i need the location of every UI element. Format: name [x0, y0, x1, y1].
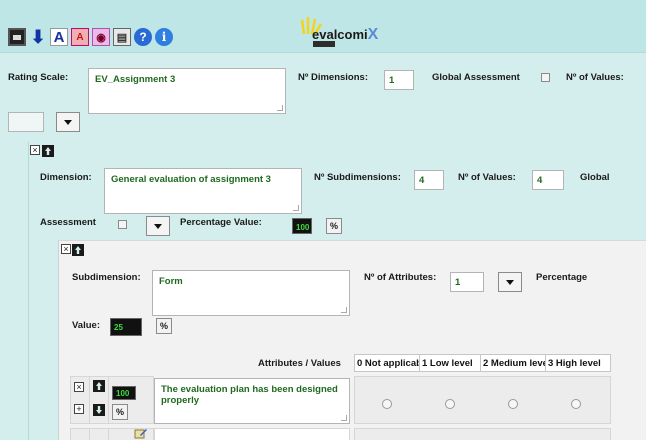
values-count-label: Nº of Values:: [566, 72, 624, 83]
info-icon[interactable]: i: [155, 28, 173, 46]
close-dimension-icon[interactable]: ×: [30, 145, 40, 155]
next-row-cell-d: [154, 428, 350, 440]
dimension-assessment-dropdown[interactable]: [146, 216, 170, 236]
help-icon[interactable]: ?: [134, 28, 152, 46]
document-icon[interactable]: ▤: [113, 28, 131, 46]
attributes-dropdown-button[interactable]: [498, 272, 522, 292]
next-row-cell-e: [354, 428, 611, 440]
subdimension-percentage-button[interactable]: %: [156, 318, 172, 334]
subdimension-value-input[interactable]: 25: [110, 318, 142, 336]
attribute-value-radio-1[interactable]: [445, 399, 455, 409]
dimension-label: Dimension:: [40, 172, 92, 183]
dimension-assessment-checkbox[interactable]: [118, 220, 127, 229]
subdimension-percentage-label: Percentage: [536, 272, 588, 283]
subdimension-value-label: Value:: [72, 320, 100, 331]
eye-icon[interactable]: ◉: [92, 28, 110, 46]
attributes-count-label: Nº of Attributes:: [364, 272, 437, 283]
download-icon[interactable]: ⬇: [29, 28, 47, 46]
attributes-count-input[interactable]: 1: [450, 272, 484, 292]
next-row-cell-b: [89, 428, 109, 440]
move-dimension-icon[interactable]: [42, 145, 54, 157]
next-row-cell-a: [70, 428, 90, 440]
subdimension-label: Subdimension:: [72, 272, 141, 283]
font-large-icon[interactable]: A: [50, 28, 68, 46]
attribute-value-radio-0[interactable]: [382, 399, 392, 409]
toolbar-icons: ⬇ A A ◉ ▤ ? i: [8, 28, 173, 46]
add-attribute-icon[interactable]: +: [74, 404, 84, 414]
move-subdimension-icon[interactable]: [72, 244, 84, 256]
column-header-2: 2 Medium level: [480, 354, 546, 372]
global-assessment-label: Global Assessment: [432, 72, 520, 83]
dimension-percentage-button[interactable]: %: [326, 218, 342, 234]
rating-scale-name-input[interactable]: EV_Assignment 3: [88, 68, 286, 114]
close-subdimension-icon[interactable]: ×: [61, 244, 71, 254]
move-attribute-down-icon[interactable]: [93, 404, 105, 416]
dimension-global-label: Global: [580, 172, 610, 183]
save-icon[interactable]: [8, 28, 26, 46]
close-attribute-icon[interactable]: ×: [74, 382, 84, 392]
global-assessment-checkbox[interactable]: [541, 73, 550, 82]
dimensions-count-input[interactable]: 1: [384, 70, 414, 90]
move-attribute-up-icon[interactable]: [93, 380, 105, 392]
values-select[interactable]: [8, 112, 44, 132]
attribute-value-radio-3[interactable]: [571, 399, 581, 409]
font-small-icon[interactable]: A: [71, 28, 89, 46]
attribute-percentage-input[interactable]: 100: [112, 386, 136, 400]
attribute-percentage-button[interactable]: %: [112, 404, 128, 420]
attributes-values-label: Attributes / Values: [258, 358, 341, 369]
top-toolbar: ⬇ A A ◉ ▤ ? i evalcomiX: [0, 0, 646, 52]
edit-pencil-icon[interactable]: [134, 427, 148, 439]
subdimension-name-input[interactable]: Form: [152, 270, 350, 316]
dimension-values-count-input[interactable]: 4: [532, 170, 564, 190]
attribute-text-input[interactable]: The evaluation plan has been designed pr…: [154, 378, 350, 424]
dimension-name-input[interactable]: General evaluation of assignment 3: [104, 168, 302, 214]
subdimensions-count-label: Nº Subdimensions:: [314, 172, 401, 183]
column-header-0: 0 Not applicable: [354, 354, 420, 372]
logo-underline: [313, 41, 335, 47]
dimensions-count-label: Nº Dimensions:: [298, 72, 368, 83]
dimension-assessment-label: Assessment: [40, 217, 96, 228]
dimension-values-count-label: Nº of Values:: [458, 172, 516, 183]
app-window: ⬇ A A ◉ ▤ ? i evalcomiX Rating Scale: EV…: [0, 0, 646, 440]
column-header-1: 1 Low level: [419, 354, 481, 372]
evalcomix-logo: evalcomiX: [300, 14, 380, 48]
dimension-percentage-input[interactable]: 100: [292, 218, 312, 234]
subdimensions-count-input[interactable]: 4: [414, 170, 444, 190]
dimension-percentage-label: Percentage Value:: [180, 217, 262, 228]
column-header-3: 3 High level: [545, 354, 611, 372]
values-dropdown-button[interactable]: [56, 112, 80, 132]
attribute-value-radio-2[interactable]: [508, 399, 518, 409]
rating-scale-label: Rating Scale:: [8, 72, 69, 83]
